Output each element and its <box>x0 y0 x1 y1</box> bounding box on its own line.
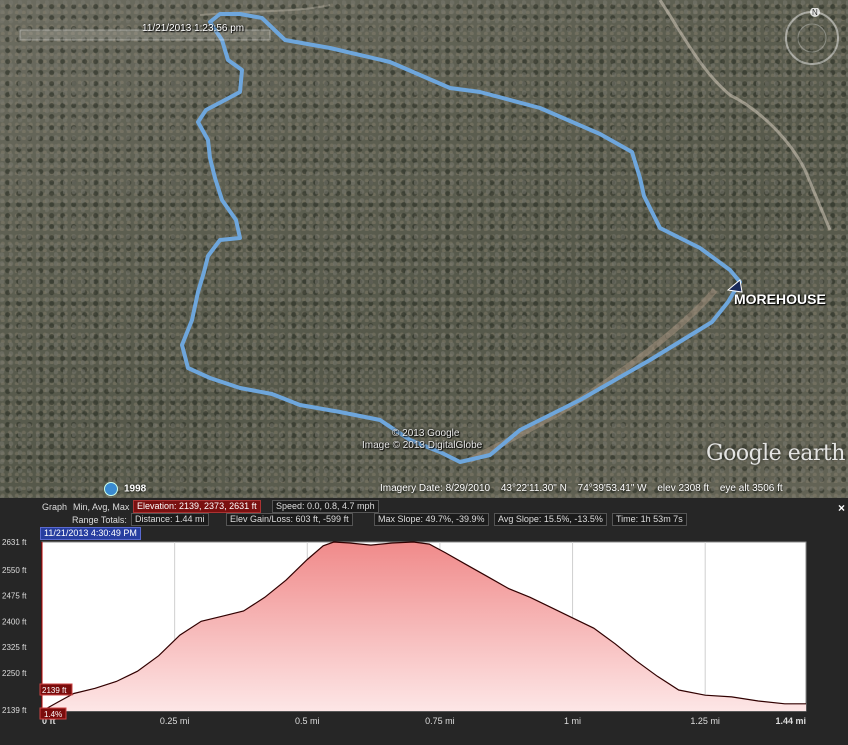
y-tick-label: 2400 ft <box>2 617 27 626</box>
y-tick-label: 2250 ft <box>2 669 27 678</box>
ground-elevation: elev 2308 ft <box>657 483 710 494</box>
latitude: 43°22'11.30" N <box>500 483 567 494</box>
elevation-profile-panel: Graph Min, Avg, Max Elevation: 2139, 237… <box>0 498 848 745</box>
gps-track[interactable] <box>180 12 742 464</box>
x-tick-label: 1.25 mi <box>690 716 720 726</box>
map-viewport[interactable]: N 11/21/2013 1:23:56 pm MOREHOUSE © 2013… <box>0 0 848 498</box>
clock-icon <box>104 482 118 496</box>
eye-altitude: eye alt 3506 ft <box>719 483 783 494</box>
historical-year-label: 1998 <box>124 483 147 495</box>
x-tick-label: 1.44 mi <box>775 716 806 726</box>
y-tick-label: 2139 ft <box>2 706 27 715</box>
google-earth-logo: Google earth <box>706 441 845 466</box>
y-tick-label: 2325 ft <box>2 643 27 652</box>
cursor-slope-label: 1.4% <box>44 710 62 719</box>
elevation-chart[interactable]: 0 ft 0.25 mi 0.5 mi 0.75 mi 1 mi 1.25 mi 1.44 … <box>0 498 848 745</box>
y-tick-label: 2475 ft <box>2 592 27 601</box>
longitude: 74°39'53.41" W <box>577 483 647 494</box>
x-tick-label: 0.5 mi <box>295 716 320 726</box>
y-tick-label: 2631 ft <box>2 538 27 547</box>
x-tick-label: 1 mi <box>564 716 581 726</box>
status-bar: Imagery Date: 8/29/2010 43°22'11.30" N 7… <box>380 483 791 494</box>
historical-imagery-button[interactable]: 1998 <box>104 482 146 496</box>
imagery-date: Imagery Date: 8/29/2010 <box>380 483 491 494</box>
copyright-google: © 2013 Google <box>392 428 460 439</box>
placemark-label[interactable]: MOREHOUSE <box>734 291 826 307</box>
cursor-elev-label: 2139 ft <box>42 686 67 695</box>
time-slider-label: 11/21/2013 1:23:56 pm <box>142 23 245 34</box>
copyright-imagery: Image © 2013 DigitalGlobe <box>362 440 483 451</box>
svg-text:N: N <box>812 8 818 17</box>
navigation-compass[interactable]: N <box>782 7 842 73</box>
y-tick-label: 2550 ft <box>2 566 27 575</box>
map-overlay <box>19 0 832 464</box>
x-tick-label: 0.25 mi <box>160 716 190 726</box>
x-tick-label: 0.75 mi <box>425 716 455 726</box>
